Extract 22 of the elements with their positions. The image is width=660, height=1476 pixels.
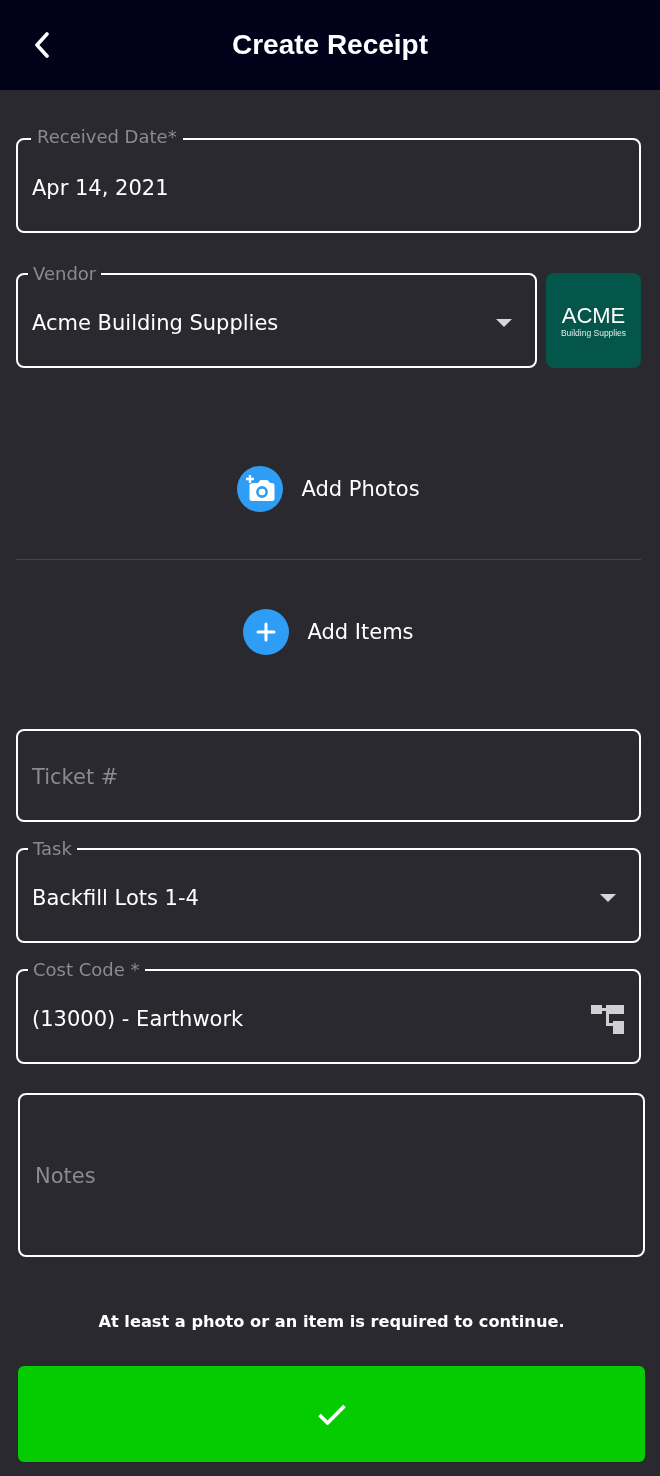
logo-subtitle: Building Supplies bbox=[560, 328, 627, 339]
field-label: Vendor bbox=[32, 264, 98, 284]
back-icon bbox=[34, 32, 50, 58]
back-button[interactable] bbox=[32, 30, 52, 60]
camera-plus-icon bbox=[237, 466, 284, 512]
hierarchy-icon bbox=[591, 1004, 624, 1034]
caret-icon bbox=[496, 319, 512, 327]
check-icon bbox=[316, 1403, 347, 1425]
field-label: Cost Code * bbox=[32, 960, 141, 980]
add-photos-button[interactable]: Add Photos bbox=[237, 466, 420, 512]
plus-icon bbox=[243, 609, 290, 655]
select-field[interactable]: Cost Code * (13000) - Earthwork bbox=[16, 960, 641, 1064]
dropdown-field[interactable]: Task Backfill Lots 1-4 bbox=[16, 839, 641, 943]
dropdown-field[interactable]: Vendor Acme Building Supplies bbox=[16, 264, 537, 368]
add-items-button[interactable]: Add Items bbox=[243, 609, 414, 655]
notes-field[interactable]: Notes bbox=[18, 1093, 645, 1257]
logo-title: ACME bbox=[561, 304, 626, 328]
screen-title: Create Receipt bbox=[231, 28, 429, 62]
helper-text: At least a photo or an item is required to continue. bbox=[97, 1311, 566, 1333]
field-label: Task bbox=[32, 839, 73, 859]
input-field[interactable]: Ticket # bbox=[16, 729, 641, 822]
caret-icon bbox=[600, 894, 616, 902]
